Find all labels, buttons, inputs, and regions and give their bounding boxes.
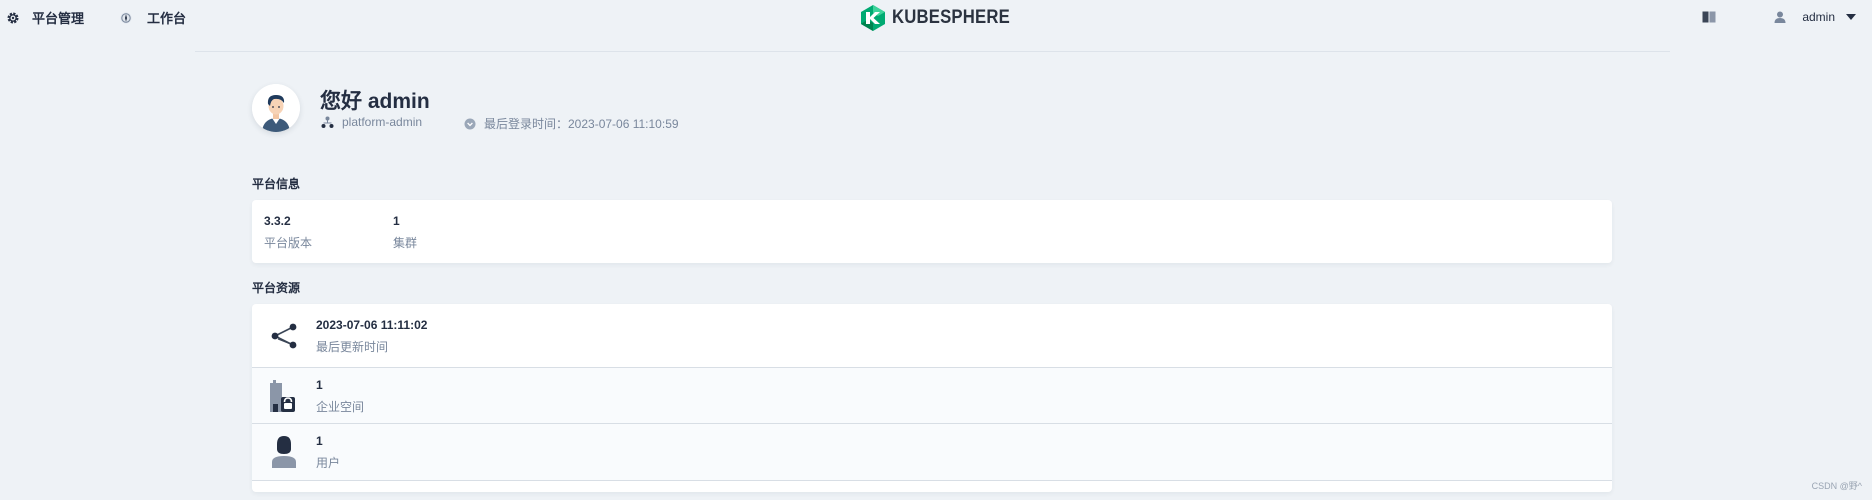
csdn-watermark: CSDN @野^: [1811, 481, 1862, 491]
top-navigation-bar: 平台管理 工作台 KUBESPHERE admin: [0, 0, 1872, 36]
chevron-down-icon: [1846, 14, 1856, 20]
greeting-title: 您好 admin: [320, 90, 430, 113]
user-avatar: [252, 84, 300, 132]
workspace-count-label: 企业空间: [316, 400, 365, 414]
workspace-count-value: 1: [316, 378, 323, 392]
user-avatar-icon: [1774, 11, 1786, 23]
admin-avatar-illustration: [252, 84, 300, 132]
platform-version-value: 3.3.2: [264, 214, 291, 228]
workspace-icon: [270, 380, 295, 412]
platform-version-label: 平台版本: [264, 236, 313, 250]
cluster-count-value: 1: [393, 214, 400, 228]
header-divider: [195, 51, 1670, 52]
kubesphere-logo-text: KUBESPHERE: [892, 7, 1010, 28]
user-count-label: 用户: [316, 456, 341, 470]
platform-info-card: 3.3.2 平台版本 1 集群: [252, 200, 1612, 263]
top-left-nav: 平台管理 工作台: [6, 8, 186, 27]
last-login: 最后登录时间：2023-07-06 11:10:59: [464, 115, 679, 132]
cluster-count-label: 集群: [393, 236, 418, 250]
username-label: admin: [1802, 10, 1835, 24]
platform-info-title: 平台信息: [252, 177, 301, 191]
user-menu[interactable]: admin: [1774, 10, 1856, 24]
workspace-row[interactable]: 1 企业空间: [252, 368, 1612, 424]
user-row[interactable]: 1 用户: [252, 424, 1612, 481]
user-text: 1 用户: [316, 434, 340, 471]
last-update-row: 2023-07-06 11:11:02 最后更新时间: [252, 304, 1612, 368]
role-icon: [321, 116, 334, 128]
role-label: platform-admin: [342, 115, 423, 129]
kubesphere-logo-icon: [861, 5, 885, 31]
user-role: platform-admin: [321, 115, 422, 129]
book-icon[interactable]: [1702, 11, 1716, 23]
platform-resources-title: 平台资源: [252, 281, 301, 295]
clock-icon: [464, 118, 476, 129]
platform-management-label: 平台管理: [32, 11, 85, 26]
kubesphere-logo[interactable]: KUBESPHERE: [860, 4, 1026, 32]
workbench-link[interactable]: 工作台: [120, 8, 186, 27]
workspace-text: 1 企业空间: [316, 378, 364, 415]
last-update-text: 2023-07-06 11:11:02 最后更新时间: [316, 318, 427, 355]
user-icon: [272, 436, 296, 468]
share-nodes-icon: [271, 323, 297, 349]
gear-icon: [7, 11, 19, 24]
cluster-count-item[interactable]: 1 集群: [393, 214, 417, 251]
compass-icon: [120, 12, 132, 23]
top-right-nav: admin: [1702, 10, 1872, 24]
last-update-label: 最后更新时间: [316, 340, 389, 354]
platform-version-item: 3.3.2 平台版本: [264, 214, 312, 251]
platform-management-link[interactable]: 平台管理: [6, 8, 84, 27]
user-count-value: 1: [316, 434, 323, 448]
last-login-text: 最后登录时间：2023-07-06 11:10:59: [484, 117, 679, 131]
platform-resources-card: 2023-07-06 11:11:02 最后更新时间 1 企业空间 1 用户: [252, 304, 1612, 492]
workbench-label: 工作台: [147, 11, 187, 26]
last-update-value: 2023-07-06 11:11:02: [316, 318, 428, 332]
